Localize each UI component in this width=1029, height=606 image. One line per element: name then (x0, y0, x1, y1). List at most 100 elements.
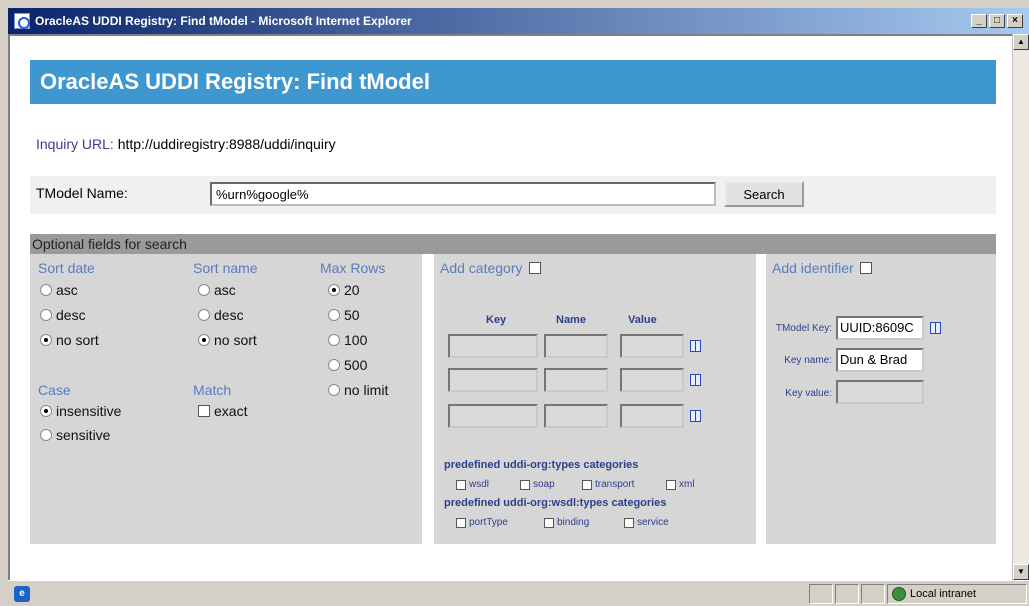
vertical-scrollbar[interactable]: ▲ ▼ (1012, 34, 1029, 580)
max-rows-20[interactable]: 20 (328, 282, 360, 298)
ie-app-icon (14, 13, 30, 29)
tmodel-key-lookup-icon[interactable] (930, 322, 941, 334)
checkbox-icon (624, 517, 634, 528)
add-identifier-checkbox[interactable]: Add identifier (772, 260, 876, 276)
max-rows-no-limit[interactable]: no limit (328, 382, 388, 398)
wsdl-service-checkbox[interactable]: service (624, 517, 669, 528)
sort-name-asc[interactable]: asc (198, 282, 236, 298)
checkbox-icon (456, 517, 466, 528)
maximize-button[interactable]: □ (989, 14, 1005, 28)
checkbox-icon (456, 479, 466, 490)
category-lookup-icon[interactable] (690, 374, 701, 386)
status-cell (861, 583, 885, 604)
sort-date-desc[interactable]: desc (40, 307, 86, 323)
radio-selected-icon (40, 405, 52, 417)
category-value-input-2[interactable] (620, 368, 684, 392)
category-key-header: Key (486, 314, 507, 326)
type-soap-checkbox[interactable]: soap (520, 479, 555, 490)
category-name-input-2[interactable] (544, 368, 608, 392)
checkbox-icon (544, 517, 554, 528)
ie-status-icon: e (14, 585, 30, 602)
wsdl-binding-checkbox[interactable]: binding (544, 517, 589, 528)
match-title: Match (193, 382, 232, 398)
wsdl-porttype-checkbox[interactable]: portType (456, 517, 508, 528)
sort-date-no-sort[interactable]: no sort (40, 332, 99, 348)
page-viewport: OracleAS UDDI Registry: Find tModel Inqu… (8, 34, 1012, 580)
radio-selected-icon (328, 284, 340, 296)
category-lookup-icon[interactable] (690, 410, 701, 422)
status-cell (835, 583, 859, 604)
tmodel-name-row: TModel Name: Search (30, 176, 996, 214)
status-bar: e Local intranet (8, 580, 1029, 606)
page-title: OracleAS UDDI Registry: Find tModel (30, 60, 996, 104)
tmodel-key-label: TModel Key: (775, 323, 832, 334)
category-value-input-3[interactable] (620, 404, 684, 428)
type-transport-checkbox[interactable]: transport (582, 479, 634, 490)
tmodel-key-input[interactable]: UUID:8609C (836, 316, 924, 340)
scroll-up-icon[interactable]: ▲ (1013, 34, 1029, 50)
sort-date-title: Sort date (38, 260, 95, 276)
title-bar: OracleAS UDDI Registry: Find tModel - Mi… (8, 8, 1029, 34)
checkbox-icon (666, 479, 676, 490)
category-name-input-3[interactable] (544, 404, 608, 428)
status-cell (809, 583, 833, 604)
inquiry-url-label: Inquiry URL: (36, 136, 114, 152)
category-lookup-icon[interactable] (690, 340, 701, 352)
radio-selected-icon (40, 334, 52, 346)
sort-options-panel: Sort date asc desc no sort Case insensit… (30, 254, 422, 544)
match-exact-checkbox[interactable]: exact (198, 403, 247, 419)
radio-icon (328, 334, 340, 346)
category-name-input-1[interactable] (544, 334, 608, 358)
category-panel: Add category Key Name Value predefined u… (434, 254, 756, 544)
key-value-label: Key value: (785, 388, 832, 399)
radio-icon (40, 284, 52, 296)
predefined-types-title: predefined uddi-org:types categories (444, 459, 639, 471)
radio-icon (40, 309, 52, 321)
checkbox-icon (582, 479, 592, 490)
search-button[interactable]: Search (724, 181, 804, 207)
max-rows-100[interactable]: 100 (328, 332, 367, 348)
category-key-input-3[interactable] (448, 404, 538, 428)
security-zone: Local intranet (887, 583, 1027, 604)
radio-icon (40, 429, 52, 441)
category-value-header: Value (628, 314, 657, 326)
inquiry-url-row: Inquiry URL: http://uddiregistry:8988/ud… (36, 136, 336, 152)
intranet-globe-icon (892, 586, 906, 601)
radio-icon (328, 309, 340, 321)
sort-date-asc[interactable]: asc (40, 282, 78, 298)
category-name-header: Name (556, 314, 586, 326)
category-key-input-2[interactable] (448, 368, 538, 392)
radio-icon (328, 384, 340, 396)
key-name-input[interactable]: Dun & Brad (836, 348, 924, 372)
case-sensitive[interactable]: sensitive (40, 427, 110, 443)
max-rows-50[interactable]: 50 (328, 307, 360, 323)
sort-name-desc[interactable]: desc (198, 307, 244, 323)
tmodel-name-label: TModel Name: (36, 185, 128, 201)
max-rows-500[interactable]: 500 (328, 357, 367, 373)
type-wsdl-checkbox[interactable]: wsdl (456, 479, 489, 490)
inquiry-url-value: http://uddiregistry:8988/uddi/inquiry (117, 136, 336, 152)
sort-name-title: Sort name (193, 260, 258, 276)
window-title: OracleAS UDDI Registry: Find tModel - Mi… (35, 14, 412, 28)
checkbox-icon (859, 262, 872, 274)
scroll-down-icon[interactable]: ▼ (1013, 564, 1029, 580)
predefined-wsdl-types-title: predefined uddi-org:wsdl:types categorie… (444, 497, 667, 509)
case-insensitive[interactable]: insensitive (40, 403, 121, 419)
radio-selected-icon (198, 334, 210, 346)
category-value-input-1[interactable] (620, 334, 684, 358)
max-rows-title: Max Rows (320, 260, 386, 276)
checkbox-icon (528, 262, 541, 274)
type-xml-checkbox[interactable]: xml (666, 479, 695, 490)
checkbox-icon (520, 479, 530, 490)
identifier-panel: Add identifier TModel Key: UUID:8609C Ke… (766, 254, 996, 544)
optional-fields-header: Optional fields for search (30, 234, 996, 254)
key-value-input[interactable] (836, 380, 924, 404)
radio-icon (198, 284, 210, 296)
category-key-input-1[interactable] (448, 334, 538, 358)
close-button[interactable]: × (1007, 14, 1023, 28)
tmodel-name-input[interactable] (210, 182, 716, 206)
radio-icon (198, 309, 210, 321)
minimize-button[interactable]: _ (971, 14, 987, 28)
add-category-checkbox[interactable]: Add category (440, 260, 545, 276)
sort-name-no-sort[interactable]: no sort (198, 332, 257, 348)
